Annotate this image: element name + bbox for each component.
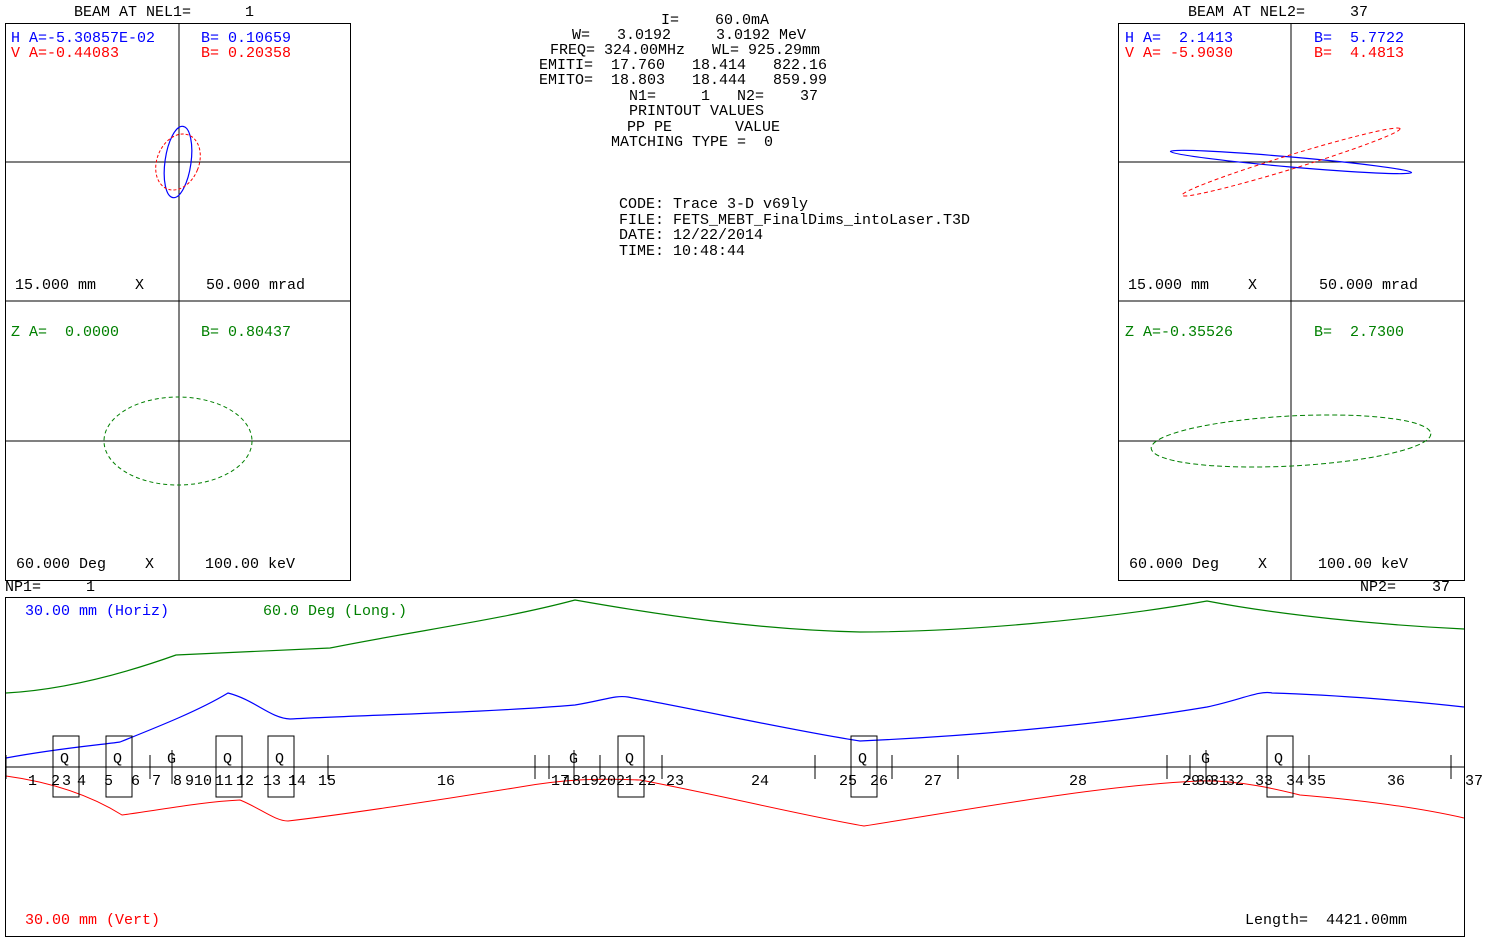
quadrupole-label: Q — [223, 751, 233, 768]
element-number: 8 — [173, 773, 183, 790]
element-number: 10 — [194, 773, 213, 790]
element-number: 4 — [77, 773, 87, 790]
gap-label: G — [1201, 751, 1211, 768]
element-number: 27 — [924, 773, 943, 790]
element-number: 3 — [62, 773, 72, 790]
element-number: 14 — [288, 773, 307, 790]
element-number: 16 — [437, 773, 456, 790]
element-number: 5 — [104, 773, 114, 790]
element-number: 36 — [1387, 773, 1406, 790]
gap-label: G — [167, 751, 177, 768]
element-number: 24 — [751, 773, 770, 790]
quadrupole-label: Q — [113, 751, 123, 768]
element-number: 21 — [616, 773, 635, 790]
element-number: 13 — [263, 773, 282, 790]
element-number: 22 — [638, 773, 657, 790]
plot-canvas — [5, 23, 1465, 827]
element-number: 18 — [563, 773, 582, 790]
quadrupole-label: Q — [60, 751, 70, 768]
element-number: 19 — [581, 773, 600, 790]
element-number: 25 — [839, 773, 858, 790]
element-number: 15 — [318, 773, 337, 790]
quadrupole-label: Q — [275, 751, 285, 768]
quadrupole-label: Q — [858, 751, 868, 768]
longitudinal-envelope — [5, 599, 1465, 694]
element-number: 23 — [666, 773, 685, 790]
quadrupole-label: Q — [625, 751, 635, 768]
element-number: 2 — [51, 773, 61, 790]
element-number: 32 — [1226, 773, 1245, 790]
quadrupole-label: Q — [1274, 751, 1284, 768]
element-number: 9 — [185, 773, 195, 790]
element-number: 26 — [870, 773, 889, 790]
element-number: 6 — [131, 773, 141, 790]
element-number: 7 — [152, 773, 162, 790]
element-number: 1 — [28, 773, 38, 790]
element-number: 12 — [236, 773, 255, 790]
element-number: 37 — [1465, 773, 1484, 790]
element-number: 35 — [1308, 773, 1327, 790]
horizontal-envelope — [5, 691, 1465, 759]
element-number: 11 — [215, 773, 234, 790]
gap-label: G — [569, 751, 579, 768]
element-number: 20 — [598, 773, 617, 790]
element-number: 34 — [1286, 773, 1305, 790]
element-number: 28 — [1069, 773, 1088, 790]
element-number: 33 — [1255, 773, 1274, 790]
